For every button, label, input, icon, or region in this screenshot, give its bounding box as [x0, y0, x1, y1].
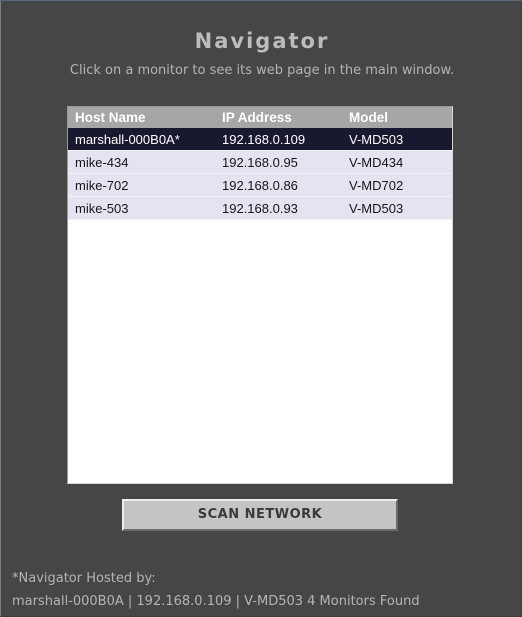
scan-network-button[interactable]: SCAN NETWORK: [122, 499, 398, 531]
ip-address-cell: 192.168.0.93: [215, 196, 342, 220]
hosted-by-label: *Navigator Hosted by:: [12, 571, 156, 586]
page-title: Navigator: [194, 29, 330, 53]
column-header-model: Model: [342, 107, 452, 128]
host-name-cell: marshall-000B0A*: [68, 128, 215, 151]
column-header-host-name: Host Name: [68, 107, 215, 128]
column-header-ip-address: IP Address: [215, 107, 342, 128]
navigator-window: Navigator Click on a monitor to see its …: [0, 0, 522, 617]
table-row[interactable]: mike-434 192.168.0.95 V-MD434: [68, 150, 452, 174]
ip-address-cell: 192.168.0.86: [215, 173, 342, 197]
host-name-cell: mike-503: [68, 196, 215, 220]
ip-address-cell: 192.168.0.95: [215, 150, 342, 174]
ip-address-cell: 192.168.0.109: [215, 128, 342, 151]
table-header-row: Host Name IP Address Model: [68, 107, 452, 128]
monitor-list[interactable]: Host Name IP Address Model marshall-000B…: [67, 106, 453, 484]
host-name-cell: mike-434: [68, 150, 215, 174]
table-row[interactable]: mike-702 192.168.0.86 V-MD702: [68, 173, 452, 197]
table-row[interactable]: mike-503 192.168.0.93 V-MD503: [68, 196, 452, 220]
model-cell: V-MD503: [342, 196, 452, 220]
model-cell: V-MD702: [342, 173, 452, 197]
monitor-table: Host Name IP Address Model marshall-000B…: [68, 107, 452, 220]
host-name-cell: mike-702: [68, 173, 215, 197]
page-subtitle: Click on a monitor to see its web page i…: [69, 63, 455, 78]
table-row[interactable]: marshall-000B0A* 192.168.0.109 V-MD503: [68, 128, 452, 151]
model-cell: V-MD434: [342, 150, 452, 174]
host-status-text: marshall-000B0A | 192.168.0.109 | V-MD50…: [12, 594, 420, 609]
model-cell: V-MD503: [342, 128, 452, 151]
